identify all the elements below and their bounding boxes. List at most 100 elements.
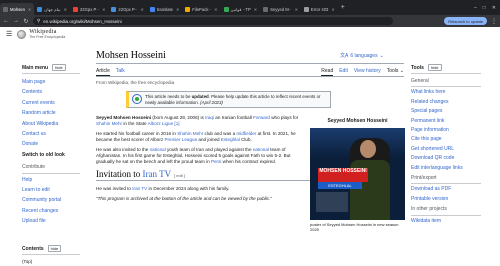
page-tabs: Article Talk Read Edit View history Tool… bbox=[96, 68, 404, 76]
tool-page-information[interactable]: Page information bbox=[411, 126, 481, 135]
nav-current-events[interactable]: Current events bbox=[22, 98, 80, 108]
link-shahin-mehr-2[interactable]: Shahin Mehr bbox=[177, 131, 203, 136]
forward-icon[interactable]: → bbox=[13, 18, 19, 24]
hide-contents-button[interactable]: hide bbox=[47, 245, 62, 252]
nav-contact[interactable]: Contact us bbox=[22, 129, 80, 139]
tab-close-icon[interactable]: ✕ bbox=[64, 7, 67, 12]
browser-tab[interactable]: translate ✕ bbox=[147, 3, 182, 15]
nav-community-portal[interactable]: Community portal bbox=[22, 195, 80, 205]
nav-recent-changes[interactable]: Recent changes bbox=[22, 206, 80, 216]
hide-main-menu-button[interactable]: hide bbox=[52, 64, 66, 71]
tab-close-icon[interactable]: ✕ bbox=[331, 7, 334, 12]
tab-close-icon[interactable]: ✕ bbox=[214, 7, 217, 12]
section-edit-link[interactable]: [ edit ] bbox=[174, 173, 185, 179]
tab-label: Error 403 bbox=[310, 6, 329, 12]
link-national[interactable]: national bbox=[150, 147, 166, 152]
from-wikipedia: From Wikipedia, the free encyclopedia bbox=[96, 80, 175, 85]
tool-special-pages[interactable]: Special pages bbox=[411, 107, 481, 116]
tools-print-heading: Print/export bbox=[411, 174, 481, 185]
browser-tab[interactable]: Mohsen ✕ bbox=[0, 3, 35, 15]
link-shahin-mehr[interactable]: Shahin Mehr bbox=[96, 121, 122, 126]
tool-wikidata-item[interactable]: Wikidata item bbox=[411, 217, 481, 226]
nav-learn-to-edit[interactable]: Learn to edit bbox=[22, 185, 80, 195]
link-premier-league[interactable]: Premier League bbox=[164, 137, 197, 142]
tab-close-icon[interactable]: ✕ bbox=[28, 7, 31, 12]
browser-tab[interactable]: 22Gpx P·· ✕ bbox=[108, 3, 146, 15]
nav-about[interactable]: About Wikipedia bbox=[22, 119, 80, 129]
address-bar[interactable]: ⚲ en.wikipedia.org/wiki/Mohsen_Hosseini bbox=[33, 17, 393, 25]
close-icon[interactable]: ✕ bbox=[492, 5, 496, 11]
browser-tab[interactable]: قوانین ··TP ✕ bbox=[221, 3, 261, 15]
tool-download-pdf[interactable]: Download as PDF bbox=[411, 185, 481, 194]
globe-icon bbox=[17, 29, 27, 39]
tool-what-links-here[interactable]: What links here bbox=[411, 88, 481, 97]
tab-article[interactable]: Article bbox=[96, 68, 110, 76]
tab-tools[interactable]: Tools ⌄ bbox=[387, 68, 404, 76]
tab-favicon-icon bbox=[149, 6, 155, 12]
browser-menu-icon[interactable]: ⋮ bbox=[491, 18, 497, 25]
tab-label: 22Gpx P·· bbox=[118, 6, 138, 12]
browser-tab[interactable]: بنام جهان ✕ bbox=[34, 3, 70, 15]
translate-icon: 文A bbox=[340, 53, 349, 59]
nav-random-article[interactable]: Random article bbox=[22, 108, 80, 118]
wiki-header: ☰ Wikipedia The Free Encyclopedia bbox=[0, 27, 500, 41]
site-info-icon[interactable]: ⚲ bbox=[37, 18, 40, 24]
update-notice: This article needs to be updated. Please… bbox=[126, 91, 331, 108]
main-menu-icon[interactable]: ☰ bbox=[6, 30, 12, 38]
infobox-image[interactable]: MOHSEN HOSSEINI ESTEGHLAL bbox=[310, 128, 405, 220]
link-alborz-ligue[interactable]: Alborz Ligue bbox=[148, 121, 174, 126]
tab-read[interactable]: Read bbox=[321, 68, 334, 76]
tab-edit[interactable]: Edit bbox=[339, 68, 348, 76]
browser-tab[interactable]: Error 403 ✕ bbox=[301, 3, 338, 15]
back-icon[interactable]: ← bbox=[3, 18, 9, 24]
link-iran-tv-heading[interactable]: Iran TV bbox=[143, 169, 172, 179]
tab-talk[interactable]: Talk bbox=[116, 68, 125, 76]
languages-label: 6 languages bbox=[350, 52, 378, 59]
tool-interlanguage-links[interactable]: Edit interlanguage links bbox=[411, 164, 481, 173]
tab-label: Mohsen bbox=[10, 6, 25, 12]
nav-help[interactable]: Help bbox=[22, 175, 80, 185]
tab-close-icon[interactable]: ✕ bbox=[176, 7, 179, 12]
hide-tools-button[interactable]: hide bbox=[427, 64, 442, 71]
switch-old-look-link[interactable]: Switch to old look bbox=[22, 150, 80, 160]
tool-related-changes[interactable]: Related changes bbox=[411, 98, 481, 107]
title-divider bbox=[96, 63, 404, 64]
browser-tab[interactable]: 22Gpx P·· ✕ bbox=[70, 3, 108, 15]
reload-icon[interactable]: ↻ bbox=[23, 18, 29, 25]
link-midfielder[interactable]: midfielder bbox=[236, 131, 256, 136]
window-controls: – □ ✕ bbox=[474, 5, 500, 11]
tool-printable-version[interactable]: Printable version bbox=[411, 195, 481, 204]
nav-upload-file[interactable]: Upload file bbox=[22, 216, 80, 226]
wiki-tagline: The Free Encyclopedia bbox=[29, 35, 66, 39]
minimize-icon[interactable]: – bbox=[474, 5, 477, 11]
paragraph-archive-note: "This program is archived at the bottom … bbox=[96, 196, 272, 201]
toc-top-link[interactable]: (Top) bbox=[22, 259, 80, 264]
tool-shortened-url[interactable]: Get shortened URL bbox=[411, 145, 481, 154]
link-esteghlal[interactable]: Esteghlal bbox=[221, 137, 240, 142]
tab-close-icon[interactable]: ✕ bbox=[141, 7, 144, 12]
link-forward[interactable]: Forward bbox=[253, 115, 270, 120]
tools-menu: Tools hide General What links here Relat… bbox=[411, 64, 481, 226]
link-iraqi[interactable]: Iraqi bbox=[205, 115, 214, 120]
tool-cite-this-page[interactable]: Cite this page bbox=[411, 135, 481, 144]
nav-contents[interactable]: Contents bbox=[22, 87, 80, 97]
relaunch-button[interactable]: Relaunch to update bbox=[444, 17, 487, 25]
tab-history[interactable]: View history bbox=[354, 68, 381, 76]
link-persi[interactable]: Persi bbox=[211, 159, 221, 164]
tool-permanent-link[interactable]: Permanent link bbox=[411, 117, 481, 126]
tab-close-icon[interactable]: ✕ bbox=[102, 7, 105, 12]
link-national-2[interactable]: national bbox=[253, 147, 269, 152]
tab-close-icon[interactable]: ✕ bbox=[254, 7, 257, 12]
nav-donate[interactable]: Donate bbox=[22, 139, 80, 149]
browser-tab[interactable]: FilePack·· ✕ bbox=[182, 3, 220, 15]
tool-qr-code[interactable]: Download QR code bbox=[411, 154, 481, 163]
nav-main-page[interactable]: Main page bbox=[22, 77, 80, 87]
tab-favicon-icon bbox=[185, 6, 191, 12]
new-tab-button[interactable]: + bbox=[338, 4, 348, 11]
wiki-logo[interactable]: Wikipedia The Free Encyclopedia bbox=[17, 29, 65, 39]
browser-tab[interactable]: Seyyed M·· ✕ bbox=[260, 3, 301, 15]
link-iran-tv[interactable]: Iran TV bbox=[132, 186, 147, 191]
tab-close-icon[interactable]: ✕ bbox=[295, 7, 298, 12]
maximize-icon[interactable]: □ bbox=[483, 5, 486, 11]
languages-button[interactable]: 文A 6 languages ⌄ bbox=[340, 52, 384, 60]
